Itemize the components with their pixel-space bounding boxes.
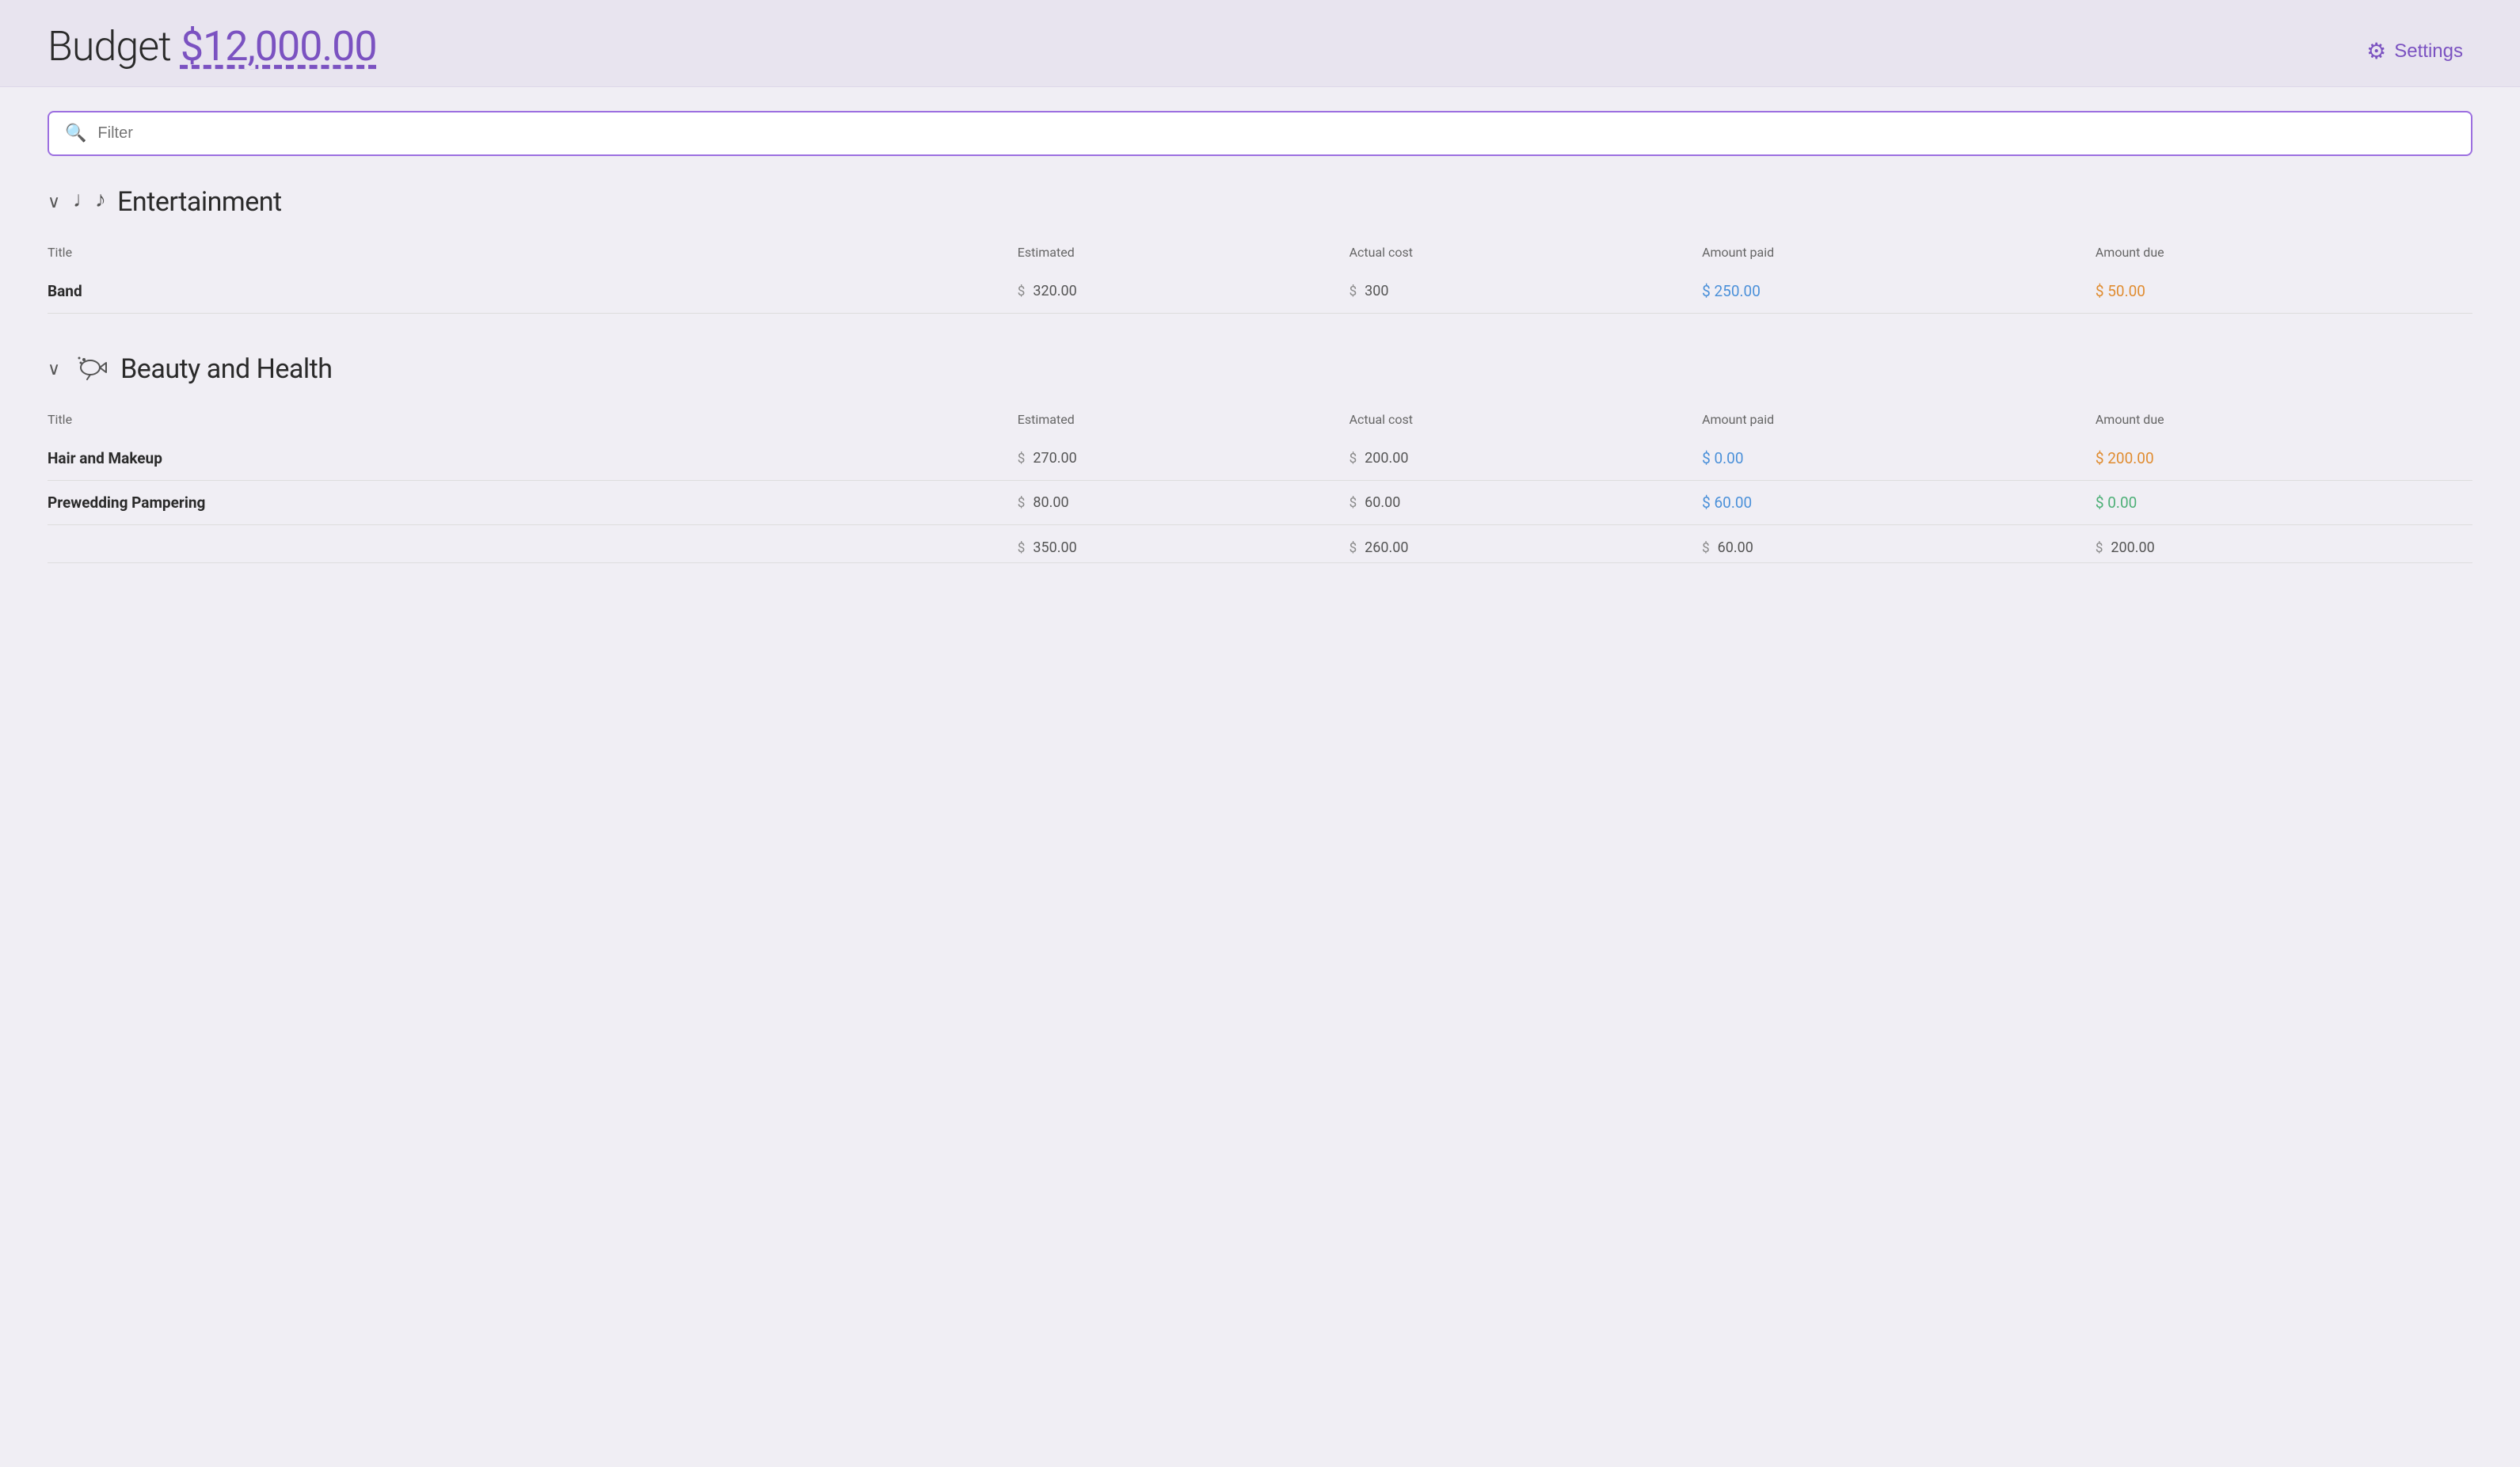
amount-due-value: $ 50.00 [2096,282,2145,300]
svg-text:♩♪♫: ♩♪♫ [73,186,105,212]
search-icon: 🔍 [65,124,86,143]
settings-button[interactable]: ⚙ Settings [2357,32,2472,70]
col-actual-entertainment: Actual cost [1349,238,1702,269]
beauty-health-title: Beauty and Health [120,353,332,385]
estimated-cell: $ 80.00 [1018,494,1340,511]
actual-cost-cell: $ 200.00 [1349,450,1692,467]
entertainment-icon: ♩♪♫ [73,185,105,219]
total-paid: $ 60.00 [1702,539,2086,556]
page-header: Budget $12,000.00 ⚙ Settings [0,0,2520,87]
col-due-beauty: Amount due [2096,406,2472,436]
total-actual: $ 260.00 [1349,539,1692,556]
settings-label: Settings [2394,40,2463,63]
category-entertainment: ∨ ♩♪♫ Entertainment Title Estimated Actu… [48,185,2472,314]
main-content: 🔍 ∨ ♩♪♫ Entertainment Title Estimated Ac… [0,87,2520,625]
hairdryer-icon [73,352,108,387]
actual-value: 60.00 [1365,494,1400,511]
col-estimated-entertainment: Estimated [1018,238,1349,269]
total-due: $ 200.00 [2096,539,2463,556]
dollar-icon: $ [1018,284,1026,299]
chevron-down-icon[interactable]: ∨ [48,192,60,212]
entertainment-table: Title Estimated Actual cost Amount paid … [48,238,2472,314]
item-title: Hair and Makeup [48,449,162,467]
amount-due-value: $ 200.00 [2096,449,2154,467]
item-title: Prewedding Pampering [48,493,205,512]
col-title-beauty: Title [48,406,1018,436]
col-due-entertainment: Amount due [2096,238,2472,269]
total-estimated: $ 350.00 [1018,539,1340,556]
entertainment-header: ∨ ♩♪♫ Entertainment [48,185,2472,219]
table-row: Band $ 320.00 $ 300 $ 250 [48,269,2472,314]
col-title-entertainment: Title [48,238,1018,269]
actual-value: 200.00 [1365,450,1408,467]
col-actual-beauty: Actual cost [1349,406,1702,436]
gear-icon: ⚙ [2366,38,2386,64]
table-row: Prewedding Pampering $ 80.00 $ 60.00 [48,481,2472,525]
col-estimated-beauty: Estimated [1018,406,1349,436]
actual-cost-cell: $ 300 [1349,283,1692,299]
table-row: Hair and Makeup $ 270.00 $ 200.00 [48,436,2472,481]
budget-title-group: Budget $12,000.00 [48,22,377,70]
filter-bar: 🔍 [48,111,2472,156]
estimated-cell: $ 320.00 [1018,283,1340,299]
amount-paid-value: $ 250.00 [1702,282,1761,300]
filter-input[interactable] [97,124,2455,143]
amount-paid-value: $ 0.00 [1702,449,1743,467]
chevron-down-icon[interactable]: ∨ [48,360,60,379]
subtotal-row: $ 350.00 $ 260.00 $ 60.00 [48,525,2472,563]
amount-due-value: $ 0.00 [2096,493,2137,512]
actual-value: 300 [1365,283,1388,299]
filter-input-wrapper: 🔍 [48,111,2472,156]
item-title: Band [48,282,82,300]
actual-cost-cell: $ 60.00 [1349,494,1692,511]
col-paid-beauty: Amount paid [1702,406,2096,436]
category-beauty-health: ∨ Beauty and Health Title Estimated [48,352,2472,563]
estimated-value: 80.00 [1033,494,1068,511]
beauty-health-header: ∨ Beauty and Health [48,352,2472,387]
budget-label: Budget [48,22,171,70]
entertainment-title: Entertainment [117,186,282,218]
estimated-value: 320.00 [1033,283,1076,299]
budget-amount[interactable]: $12,000.00 [181,22,377,70]
dollar-icon: $ [1349,284,1357,299]
beauty-health-table: Title Estimated Actual cost Amount paid … [48,406,2472,563]
amount-paid-value: $ 60.00 [1702,493,1752,512]
estimated-value: 270.00 [1033,450,1076,467]
estimated-cell: $ 270.00 [1018,450,1340,467]
col-paid-entertainment: Amount paid [1702,238,2096,269]
